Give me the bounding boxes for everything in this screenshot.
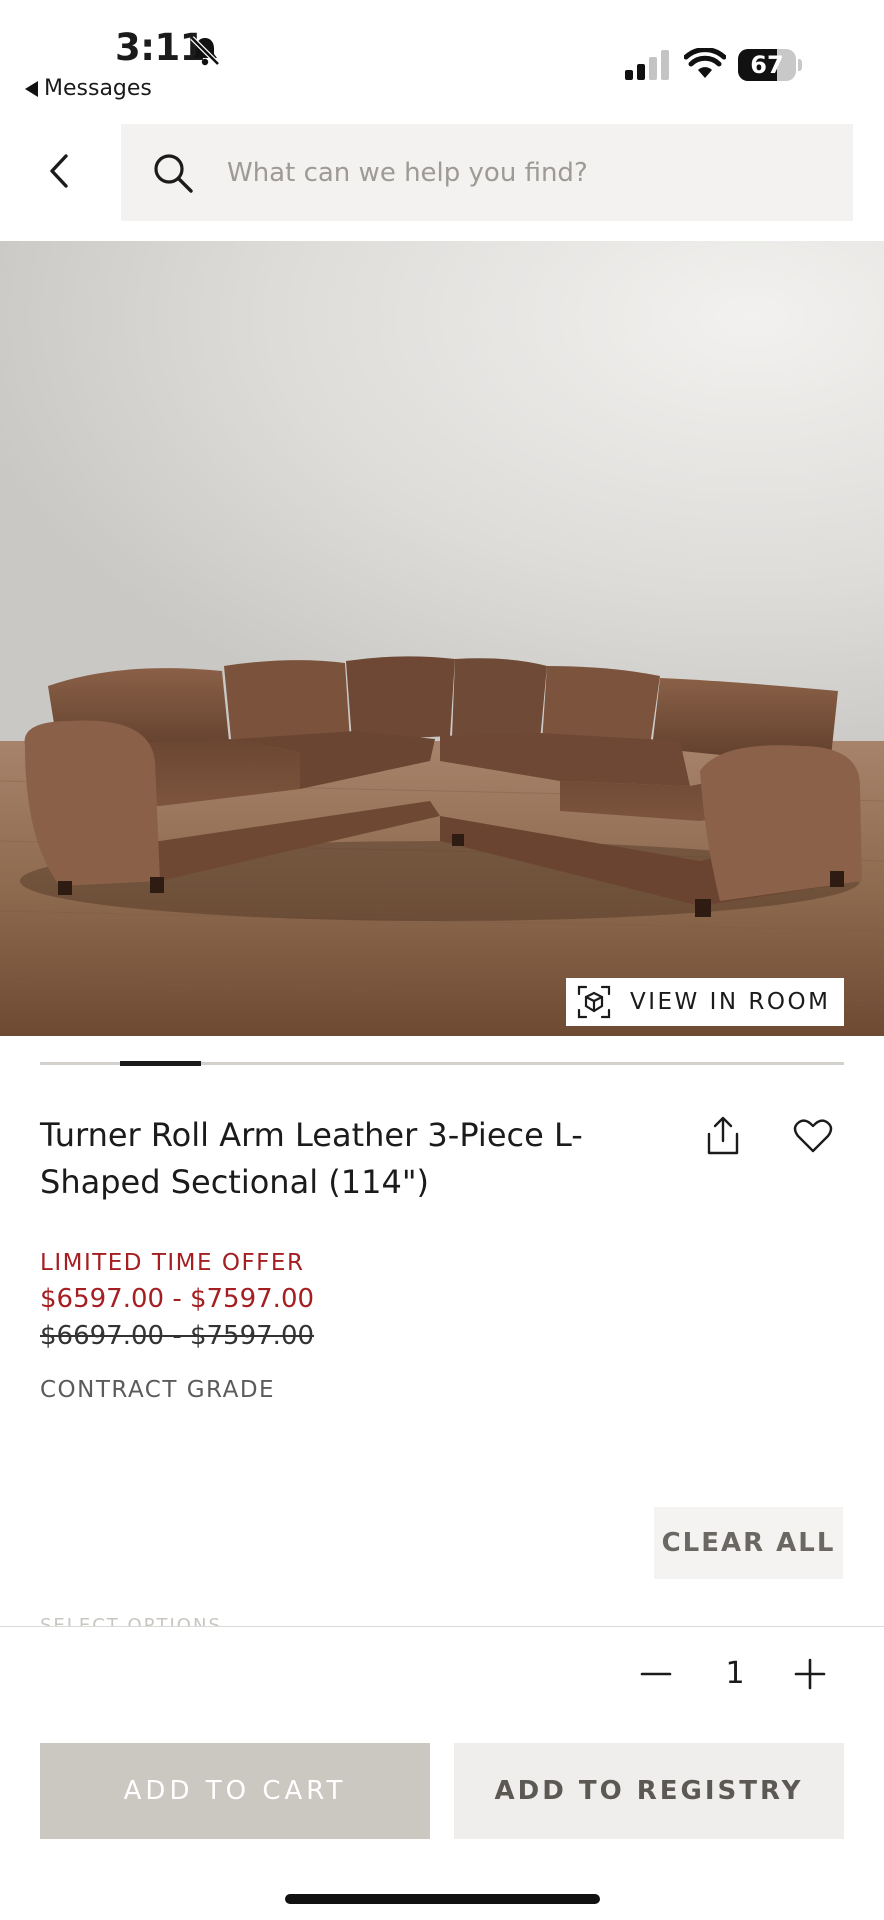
product-image[interactable] — [0, 241, 884, 1036]
promo-label: LIMITED TIME OFFER — [40, 1250, 305, 1276]
minus-icon[interactable] — [636, 1654, 676, 1694]
wifi-icon — [684, 48, 726, 78]
share-icon[interactable] — [704, 1116, 742, 1156]
bell-slash-icon — [190, 36, 220, 66]
clear-all-button[interactable]: CLEAR ALL — [654, 1507, 843, 1579]
back-app-label: Messages — [44, 76, 152, 101]
search-icon — [154, 153, 193, 193]
ar-cube-icon — [577, 985, 611, 1019]
battery-level: 67 — [750, 51, 784, 79]
search-bar[interactable] — [121, 124, 853, 221]
cellular-signal-icon — [625, 50, 669, 80]
product-title: Turner Roll Arm Leather 3-Piece L-Shaped… — [40, 1116, 583, 1201]
carousel-pager-active — [120, 1061, 201, 1066]
original-price: $6697.00 - $7597.00 — [40, 1321, 315, 1351]
chevron-left-icon[interactable] — [44, 152, 74, 190]
view-in-room-label: VIEW IN ROOM — [630, 989, 831, 1015]
view-in-room-button[interactable]: VIEW IN ROOM — [566, 978, 844, 1026]
contract-grade-label: CONTRACT GRADE — [40, 1377, 276, 1403]
add-to-registry-button[interactable]: ADD TO REGISTRY — [454, 1743, 844, 1839]
battery-icon: 67 — [738, 49, 802, 81]
plus-icon[interactable] — [790, 1654, 830, 1694]
quantity-value: 1 — [725, 1656, 745, 1691]
search-input[interactable] — [225, 156, 829, 189]
back-to-messages[interactable]: Messages — [25, 76, 152, 101]
heart-icon[interactable] — [793, 1118, 833, 1154]
back-triangle-icon — [25, 80, 38, 97]
sale-price: $6597.00 - $7597.00 — [40, 1284, 315, 1314]
sofa-illustration — [0, 241, 884, 1036]
add-to-cart-button[interactable]: ADD TO CART — [40, 1743, 430, 1839]
home-indicator[interactable] — [285, 1894, 600, 1904]
